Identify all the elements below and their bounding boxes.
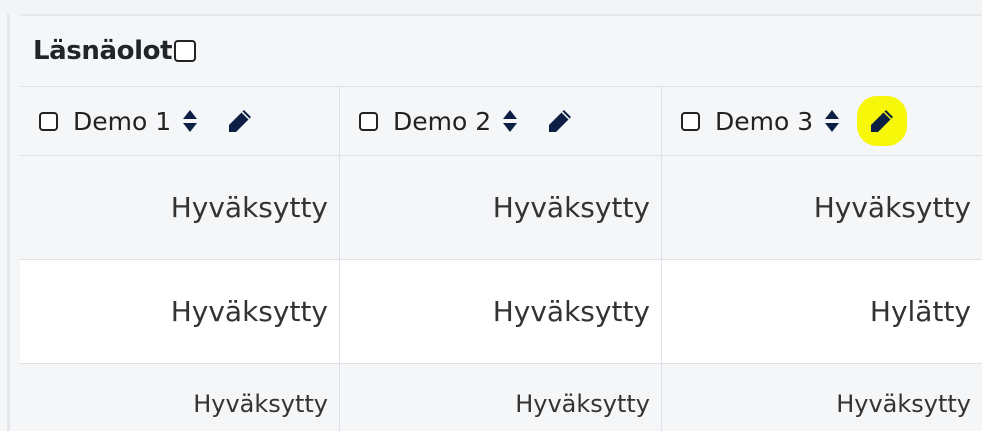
column-checkbox-demo-1[interactable] (39, 111, 58, 131)
sort-icon[interactable] (179, 106, 201, 136)
table-cell: Hylätty (662, 260, 982, 364)
pencil-edit-icon[interactable] (223, 104, 257, 138)
sort-icon[interactable] (821, 106, 843, 136)
top-background (0, 0, 982, 14)
select-all-checkbox[interactable] (174, 40, 197, 62)
table-cell: Hyväksytty (20, 260, 340, 364)
table-cell: Hyväksytty (340, 364, 662, 431)
table-cell: Hyväksytty (662, 364, 982, 431)
table-cell: Hyväksytty (20, 156, 340, 260)
section-title-row: Läsnäolot (20, 14, 982, 87)
table-cell: Hyväksytty (20, 364, 340, 431)
column-label-demo-1: Demo 1 (73, 106, 172, 136)
left-separator (7, 14, 10, 431)
pencil-edit-icon[interactable] (543, 104, 577, 138)
section-title: Läsnäolot (33, 36, 173, 66)
table-cell: Hyväksytty (340, 156, 662, 260)
table-cell: Hyväksytty (662, 156, 982, 260)
column-label-demo-2: Demo 2 (393, 106, 492, 136)
table-cell: Hyväksytty (340, 260, 662, 364)
column-label-demo-3: Demo 3 (715, 106, 814, 136)
attendance-table: Läsnäolot Demo 1 Demo 2 Demo 3 Hyväksytt… (20, 14, 982, 431)
pencil-edit-icon[interactable] (865, 104, 900, 138)
sort-icon[interactable] (499, 106, 521, 136)
column-header-demo-2: Demo 2 (340, 87, 662, 156)
column-header-demo-3: Demo 3 (662, 87, 982, 156)
column-checkbox-demo-2[interactable] (359, 111, 378, 131)
column-header-demo-1: Demo 1 (20, 87, 340, 156)
column-checkbox-demo-3[interactable] (681, 111, 700, 131)
